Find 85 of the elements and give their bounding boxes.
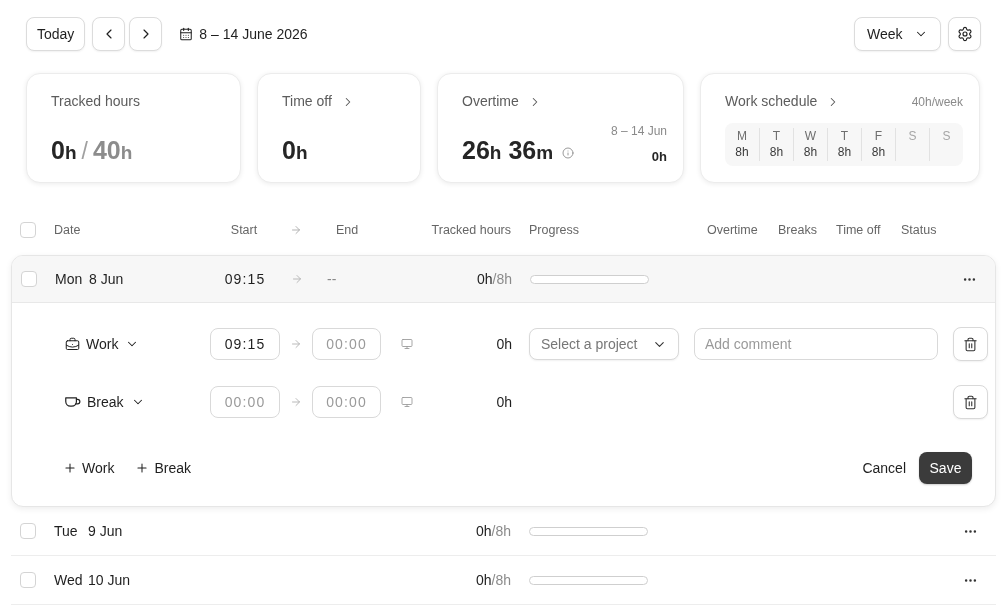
start-time: 09:15	[224, 269, 266, 289]
day-row[interactable]: Wed 10 Jun 0h/8h	[11, 556, 996, 605]
project-select[interactable]: Select a project	[529, 328, 679, 360]
period-label: 8 – 14 Jun	[610, 122, 667, 140]
weekday-letter: T	[772, 128, 781, 144]
column-header: Tracked hours	[430, 221, 511, 239]
monitor-icon	[401, 338, 413, 350]
column-header: Time off	[836, 221, 882, 239]
entry-duration: 0h	[496, 334, 512, 354]
comment-input[interactable]: Add comment	[694, 328, 938, 360]
plus-icon	[135, 461, 150, 475]
delete-button[interactable]	[953, 327, 988, 361]
plus-icon	[63, 461, 77, 475]
day-name: Tue	[54, 521, 79, 541]
settings-icon	[956, 26, 973, 42]
day-date: 10 Jun	[88, 570, 131, 590]
add-entry-button[interactable]: Work	[63, 457, 115, 479]
weekday-letter: F	[874, 128, 883, 144]
weekday-letter: M	[737, 128, 747, 144]
day-name: Wed	[54, 570, 84, 590]
entry-type-select[interactable]: Work	[65, 333, 140, 355]
delete-button[interactable]	[953, 385, 988, 419]
calendar-icon	[179, 27, 194, 41]
start-time-input[interactable]: 09:15	[210, 328, 280, 360]
day-date: 8 Jun	[89, 269, 124, 289]
monitor-icon	[401, 396, 413, 408]
day-hours: 8h	[735, 144, 749, 160]
day-date: 9 Jun	[88, 521, 123, 541]
add-entry-button[interactable]: Break	[135, 457, 191, 479]
briefcase-icon	[65, 336, 80, 352]
day-hours: 8h	[837, 144, 852, 160]
today-button[interactable]: Today	[26, 17, 86, 51]
tracked-hours: 0h/8h	[475, 521, 511, 541]
checkbox[interactable]	[20, 523, 36, 539]
column-header: Breaks	[778, 221, 818, 239]
time-off-value: 0h	[282, 138, 309, 166]
arrow-right-icon	[291, 273, 303, 285]
end-time-input[interactable]: 00:00	[312, 386, 381, 418]
overtime-value: 26h 36m	[462, 138, 554, 166]
day-name: Mon	[55, 269, 84, 289]
column-header: Overtime	[707, 221, 759, 239]
trash-icon	[963, 336, 978, 352]
day-hours: 8h	[871, 144, 886, 160]
weekday-letter: T	[840, 128, 849, 144]
target-hours-value: 40h	[92, 138, 133, 166]
day-hours: 8h	[803, 144, 818, 160]
weekly-hours-label: 40h/week	[911, 93, 963, 111]
start-time-input[interactable]: 00:00	[210, 386, 280, 418]
card-title: Work schedule	[725, 92, 818, 111]
day-row[interactable]: Mon 8 Jun 09:15 -- 0h/8h	[12, 256, 995, 303]
entry-duration: 0h	[496, 392, 512, 412]
date-range: 8 – 14 June 2026	[199, 24, 308, 44]
settings-button[interactable]	[948, 17, 981, 51]
column-header: Progress	[529, 221, 581, 239]
column-header: Status	[901, 221, 938, 239]
card-title: Overtime	[462, 92, 519, 111]
save-button[interactable]: Save	[919, 452, 972, 484]
tracked-hours: 0h/8h	[476, 269, 512, 289]
period-overtime-value: 0h	[651, 147, 667, 166]
column-header: End	[334, 221, 360, 239]
view-select[interactable]: Week	[854, 17, 941, 51]
checkbox[interactable]	[21, 271, 37, 287]
checkbox[interactable]	[20, 572, 36, 588]
card-title: Time off	[282, 92, 332, 111]
column-header: Start	[229, 221, 259, 239]
checkbox[interactable]	[20, 222, 36, 238]
arrow-right-icon	[290, 224, 302, 236]
cup-icon	[65, 396, 81, 408]
column-header: Date	[54, 221, 82, 239]
tracked-hours-value: 0h	[51, 138, 77, 166]
weekday-letter: S	[908, 128, 917, 144]
weekday-letter: W	[804, 128, 817, 144]
day-row[interactable]: Tue 9 Jun 0h/8h	[11, 507, 996, 556]
entry-type-select[interactable]: Break	[65, 391, 145, 413]
separator-slash: /	[81, 140, 88, 163]
arrow-right-icon	[290, 338, 302, 350]
tracked-hours: 0h/8h	[475, 570, 511, 590]
trash-icon	[963, 394, 978, 410]
end-time: --	[327, 269, 337, 289]
card-title: Tracked hours	[51, 92, 140, 111]
weekday-letter: S	[942, 128, 951, 144]
end-time-input[interactable]: 00:00	[312, 328, 381, 360]
cancel-button[interactable]: Cancel	[862, 457, 906, 479]
arrow-right-icon	[290, 396, 302, 408]
day-hours: 8h	[769, 144, 784, 160]
